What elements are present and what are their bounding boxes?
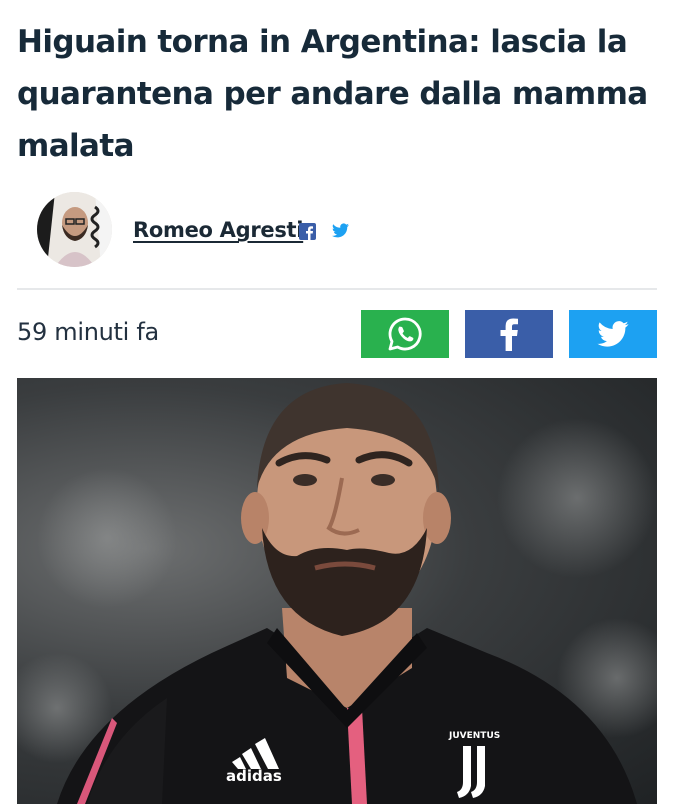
facebook-icon <box>500 318 518 351</box>
publish-time: 59 minuti fa <box>17 318 159 346</box>
share-facebook-button[interactable] <box>465 310 553 358</box>
share-twitter-button[interactable] <box>569 310 657 358</box>
article-hero-image[interactable]: adidas JUVENTUS <box>17 378 657 804</box>
author-name-link[interactable]: Romeo Agresti <box>133 218 303 242</box>
twitter-icon[interactable] <box>332 223 349 238</box>
article-headline: Higuain torna in Argentina: lascia la qu… <box>17 24 648 164</box>
facebook-icon[interactable] <box>299 223 316 240</box>
player-photo: adidas JUVENTUS <box>17 383 657 804</box>
svg-text:adidas: adidas <box>226 767 282 785</box>
author-photo <box>37 192 112 267</box>
author-avatar[interactable] <box>37 192 112 267</box>
svg-text:JUVENTUS: JUVENTUS <box>448 731 500 741</box>
whatsapp-icon <box>388 317 422 351</box>
share-whatsapp-button[interactable] <box>361 310 449 358</box>
byline-divider <box>17 288 657 290</box>
author-byline: Romeo Agresti <box>37 192 657 268</box>
twitter-icon <box>597 321 629 347</box>
